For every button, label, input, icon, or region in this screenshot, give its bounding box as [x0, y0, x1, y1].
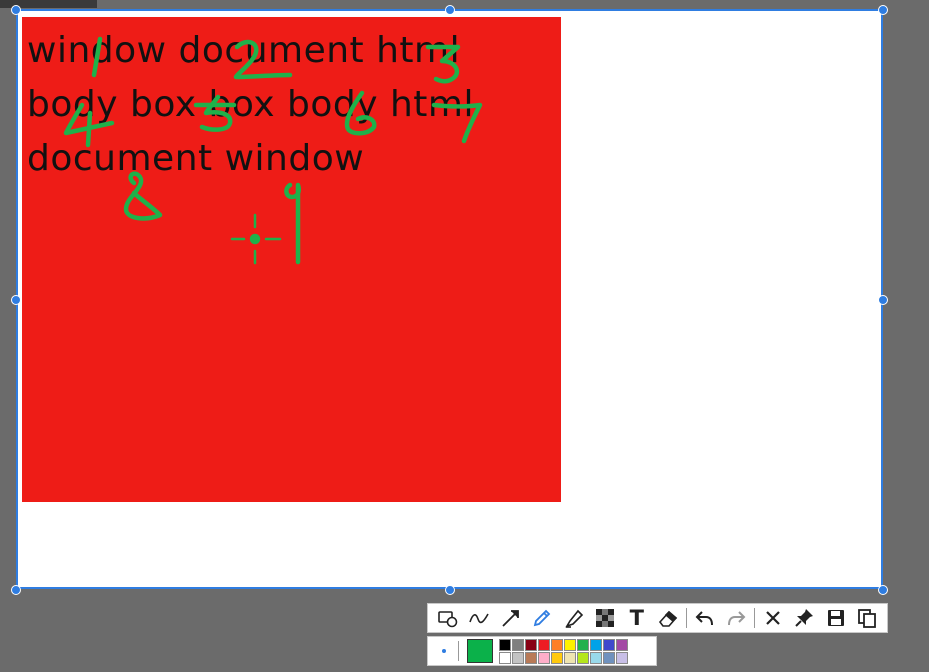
- color-swatch[interactable]: [564, 651, 576, 664]
- rectangle-ellipse-tool[interactable]: [432, 604, 464, 632]
- color-swatch[interactable]: [603, 651, 615, 664]
- pin-icon: [795, 609, 814, 627]
- color-swatch[interactable]: [616, 638, 628, 651]
- highlighter-icon: [564, 609, 583, 628]
- undo-button[interactable]: [689, 604, 721, 632]
- shapes-icon: [437, 611, 458, 628]
- resize-handle-right[interactable]: [878, 295, 888, 305]
- annotation-3: [425, 44, 461, 84]
- annotation-toolbar: T: [427, 603, 888, 633]
- pen-tool[interactable]: [527, 604, 559, 632]
- color-swatch[interactable]: [512, 638, 524, 651]
- resize-handle-bottom-left[interactable]: [11, 585, 21, 595]
- color-swatch[interactable]: [577, 638, 589, 651]
- curve-tool[interactable]: [464, 604, 496, 632]
- color-swatch[interactable]: [538, 638, 550, 651]
- color-swatch[interactable]: [603, 638, 615, 651]
- color-swatch[interactable]: [525, 638, 537, 651]
- save-icon: [827, 610, 844, 626]
- redo-icon: [728, 611, 746, 626]
- resize-handle-top[interactable]: [445, 5, 455, 15]
- mosaic-tool[interactable]: [590, 604, 622, 632]
- arrow-icon: [502, 610, 519, 627]
- curve-icon: [469, 613, 489, 624]
- eraser-tool[interactable]: [653, 604, 685, 632]
- resize-handle-bottom[interactable]: [445, 585, 455, 595]
- copy-icon: [858, 609, 877, 628]
- close-icon: [765, 611, 780, 625]
- pin-button[interactable]: [788, 604, 820, 632]
- color-swatch[interactable]: [499, 651, 511, 664]
- highlighter-tool[interactable]: [558, 604, 590, 632]
- save-button[interactable]: [820, 604, 852, 632]
- color-swatch[interactable]: [512, 651, 524, 664]
- panel-divider: [458, 641, 459, 661]
- annotation-1: [91, 36, 103, 78]
- annotation-7: [431, 102, 483, 144]
- annotation-9: [284, 182, 301, 265]
- color-swatch[interactable]: [590, 638, 602, 651]
- annotation-8: [123, 171, 163, 221]
- resize-handle-top-left[interactable]: [11, 5, 21, 15]
- size-dot-icon: [442, 649, 446, 653]
- current-color-swatch[interactable]: [467, 639, 493, 663]
- color-swatch[interactable]: [590, 651, 602, 664]
- toolbar-divider: [753, 608, 755, 628]
- pen-size-selector[interactable]: [432, 639, 456, 663]
- color-swatch[interactable]: [525, 651, 537, 664]
- color-swatch[interactable]: [577, 651, 589, 664]
- eraser-icon: [659, 610, 678, 627]
- copy-button[interactable]: [851, 604, 883, 632]
- crosshair-cursor-icon: [230, 213, 282, 265]
- capture-selection[interactable]: window document html body box box body h…: [16, 9, 883, 589]
- color-swatch[interactable]: [564, 638, 576, 651]
- resize-handle-top-right[interactable]: [878, 5, 888, 15]
- color-panel: [427, 636, 657, 666]
- toolbar-divider: [686, 608, 687, 628]
- text-tool[interactable]: T: [621, 604, 653, 632]
- color-swatch[interactable]: [538, 651, 550, 664]
- arrow-tool[interactable]: [495, 604, 527, 632]
- text-icon: T: [629, 606, 644, 630]
- annotation-5: [199, 94, 233, 132]
- resize-handle-bottom-right[interactable]: [878, 585, 888, 595]
- pencil-icon: [534, 609, 551, 627]
- annotation-2: [233, 39, 293, 80]
- color-swatch[interactable]: [499, 638, 511, 651]
- undo-icon: [695, 611, 713, 626]
- redo-button[interactable]: [720, 604, 752, 632]
- color-swatch[interactable]: [616, 651, 628, 664]
- color-palette: [499, 638, 628, 664]
- mosaic-icon: [596, 609, 615, 627]
- captured-content: window document html body box box body h…: [22, 17, 561, 502]
- color-swatch[interactable]: [551, 651, 563, 664]
- resize-handle-left[interactable]: [11, 295, 21, 305]
- color-swatch[interactable]: [551, 638, 563, 651]
- cancel-button[interactable]: [757, 604, 789, 632]
- pen-annotations: [63, 36, 483, 265]
- annotation-6: [344, 90, 377, 136]
